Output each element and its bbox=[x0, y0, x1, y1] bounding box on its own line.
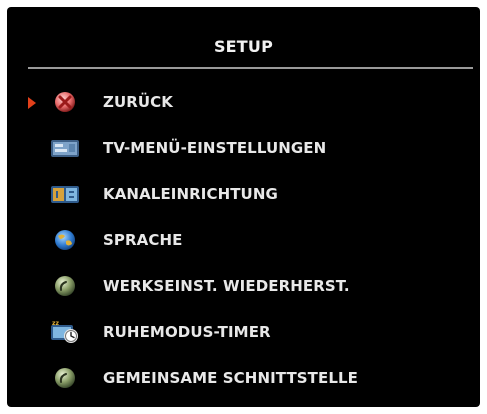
sleep-timer-icon: zz bbox=[49, 319, 81, 345]
back-icon bbox=[49, 89, 81, 115]
globe-icon bbox=[49, 227, 81, 253]
svg-text:zz: zz bbox=[52, 320, 59, 327]
title-divider bbox=[28, 67, 473, 69]
menu-item-label: KANALEINRICHTUNG bbox=[103, 185, 278, 203]
menu-item-label: WERKSEINST. WIEDERHERST. bbox=[103, 277, 350, 295]
menu-item-channel-setup[interactable]: KANALEINRICHTUNG bbox=[7, 171, 480, 217]
channel-setup-icon bbox=[49, 181, 81, 207]
menu-item-label: GEMEINSAME SCHNITTSTELLE bbox=[103, 369, 359, 387]
setup-osd-panel: SETUP ZURÜCK TV-MENÜ-EINSTELLUNGEN KANAL… bbox=[7, 7, 480, 407]
selection-pointer-icon bbox=[28, 97, 36, 109]
menu-item-zurueck[interactable]: ZURÜCK bbox=[7, 79, 480, 125]
menu-item-common-interface[interactable]: GEMEINSAME SCHNITTSTELLE bbox=[7, 355, 480, 401]
setup-menu-list: ZURÜCK TV-MENÜ-EINSTELLUNGEN KANALEINRIC… bbox=[7, 79, 480, 401]
menu-item-label: SPRACHE bbox=[103, 231, 183, 249]
common-interface-icon bbox=[49, 365, 81, 391]
tv-menu-settings-icon bbox=[49, 135, 81, 161]
menu-item-sleep-timer[interactable]: zz RUHEMODUS-TIMER bbox=[7, 309, 480, 355]
menu-title: SETUP bbox=[213, 37, 274, 56]
menu-item-label: RUHEMODUS-TIMER bbox=[103, 323, 271, 341]
menu-item-label: ZURÜCK bbox=[103, 93, 174, 111]
factory-reset-icon bbox=[49, 273, 81, 299]
menu-item-tv-menu-settings[interactable]: TV-MENÜ-EINSTELLUNGEN bbox=[7, 125, 480, 171]
menu-item-factory-reset[interactable]: WERKSEINST. WIEDERHERST. bbox=[7, 263, 480, 309]
menu-item-label: TV-MENÜ-EINSTELLUNGEN bbox=[103, 139, 327, 157]
menu-item-language[interactable]: SPRACHE bbox=[7, 217, 480, 263]
